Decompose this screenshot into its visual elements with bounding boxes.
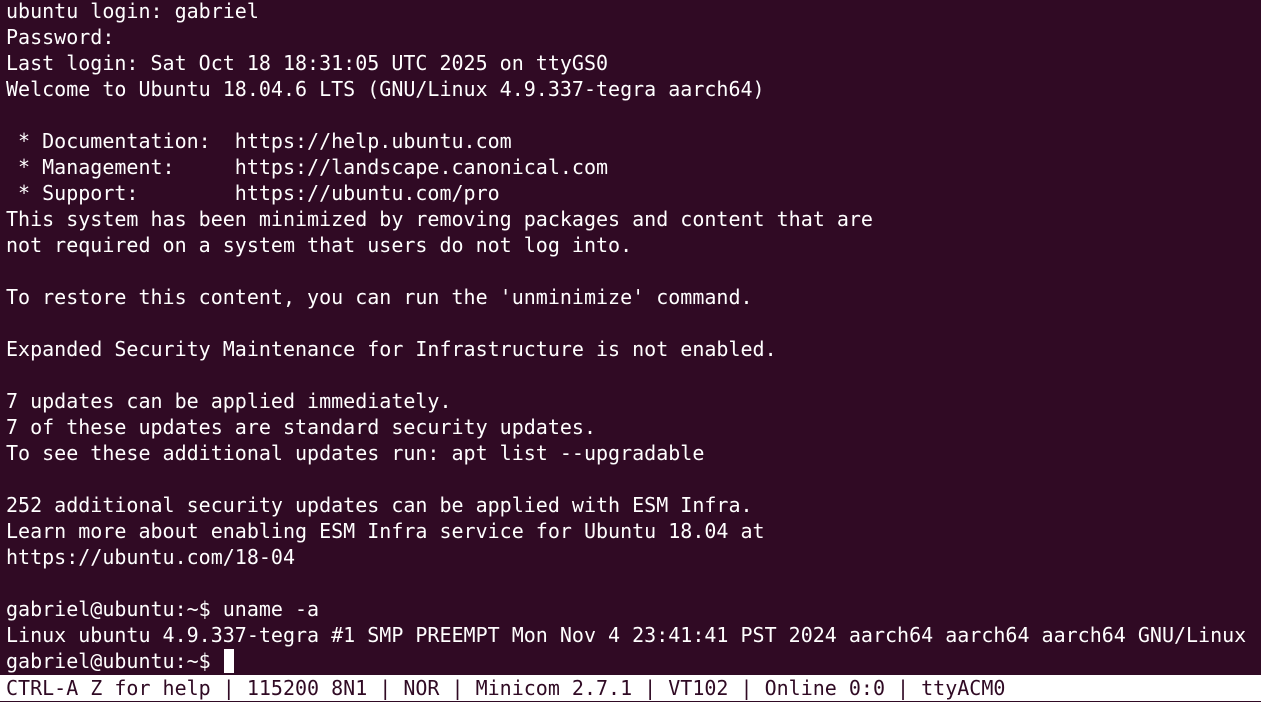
terminal-line: https://ubuntu.com/18-04 xyxy=(6,545,295,569)
terminal-line: Last login: Sat Oct 18 18:31:05 UTC 2025… xyxy=(6,51,609,75)
terminal-line: Linux ubuntu 4.9.337-tegra #1 SMP PREEMP… xyxy=(6,623,1247,647)
shell-prompt: gabriel@ubuntu:~$ xyxy=(6,649,223,673)
terminal-line: Learn more about enabling ESM Infra serv… xyxy=(6,519,765,543)
status-bar-text: CTRL-A Z for help | 115200 8N1 | NOR | M… xyxy=(6,676,1006,700)
terminal-line: 252 additional security updates can be a… xyxy=(6,493,753,517)
terminal-line: Expanded Security Maintenance for Infras… xyxy=(6,337,777,361)
terminal-line: Welcome to Ubuntu 18.04.6 LTS (GNU/Linux… xyxy=(6,77,765,101)
terminal-output: ubuntu login: gabriel Password: Last log… xyxy=(6,0,1256,674)
minicom-status-bar: CTRL-A Z for help | 115200 8N1 | NOR | M… xyxy=(0,675,1261,701)
terminal-line: Password: xyxy=(6,25,115,49)
terminal-line: To see these additional updates run: apt… xyxy=(6,441,705,465)
terminal-window[interactable]: ubuntu login: gabriel Password: Last log… xyxy=(0,0,1261,702)
terminal-line: ubuntu login: gabriel xyxy=(6,0,259,23)
terminal-line: * Documentation: https://help.ubuntu.com xyxy=(6,129,512,153)
terminal-line: gabriel@ubuntu:~$ uname -a xyxy=(6,597,320,621)
terminal-line: This system has been minimized by removi… xyxy=(6,207,873,231)
terminal-line: not required on a system that users do n… xyxy=(6,233,633,257)
terminal-line: * Management: https://landscape.canonica… xyxy=(6,155,609,179)
command-prompt-line[interactable]: gabriel@ubuntu:~$ xyxy=(6,648,1256,674)
text-cursor xyxy=(223,649,234,673)
terminal-line: * Support: https://ubuntu.com/pro xyxy=(6,181,500,205)
terminal-line: 7 of these updates are standard security… xyxy=(6,415,597,439)
terminal-line: 7 updates can be applied immediately. xyxy=(6,389,452,413)
terminal-line: To restore this content, you can run the… xyxy=(6,285,753,309)
